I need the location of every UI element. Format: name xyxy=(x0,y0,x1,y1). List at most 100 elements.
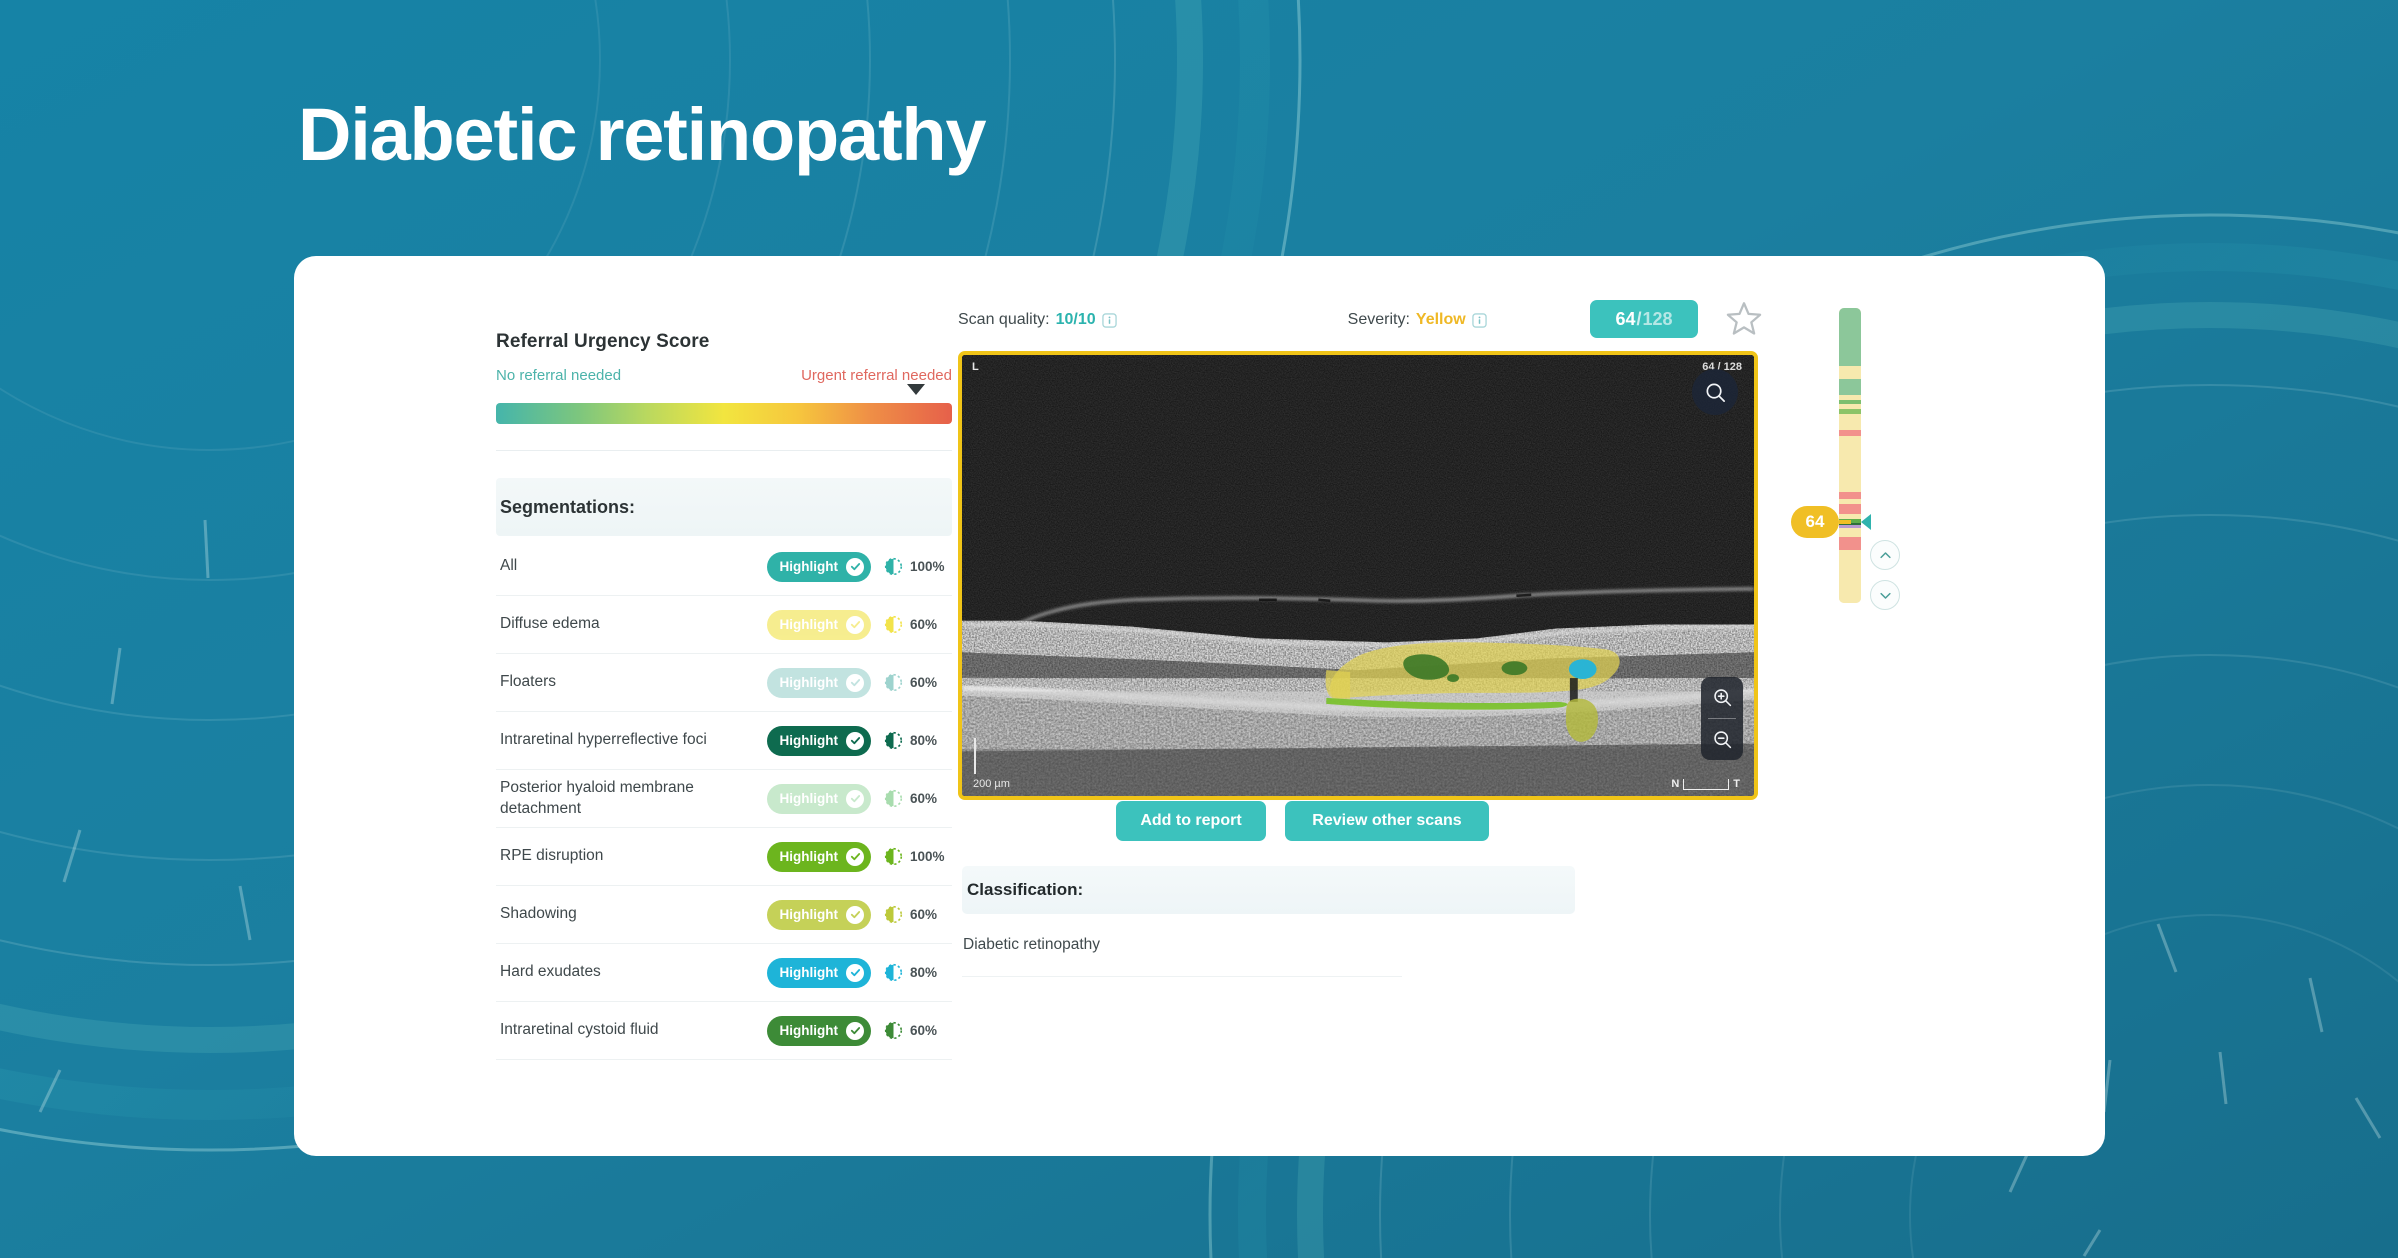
referral-urgency-title: Referral Urgency Score xyxy=(496,331,710,352)
segmentation-label: Intraretinal cystoid fluid xyxy=(500,1021,659,1039)
opacity-control[interactable]: 100% xyxy=(884,847,952,866)
segmentation-label: Posterior hyaloid membrane detachment xyxy=(500,779,694,817)
highlight-toggle-button[interactable]: Highlight xyxy=(766,1015,871,1046)
referral-urgency-score-card: Referral Urgency Score No referral neede… xyxy=(496,331,952,451)
opacity-control[interactable]: 60% xyxy=(884,789,952,808)
opacity-control[interactable]: 60% xyxy=(884,615,952,634)
opacity-half-circle-icon[interactable] xyxy=(884,963,903,982)
navigator-band xyxy=(1839,504,1861,515)
highlight-button-label: Highlight xyxy=(779,907,838,922)
search-icon[interactable] xyxy=(1692,369,1738,415)
check-icon xyxy=(846,789,864,808)
oct-scan-viewer[interactable]: L 64 / 128 200 µm N T xyxy=(958,351,1758,800)
urgency-high-label: Urgent referral needed xyxy=(801,367,952,384)
action-buttons: Add to report Review other scans xyxy=(1116,801,1489,841)
opacity-control[interactable]: 80% xyxy=(884,963,952,982)
opacity-control[interactable]: 100% xyxy=(884,557,952,576)
slice-prev-button[interactable] xyxy=(1870,540,1900,570)
highlight-button-label: Highlight xyxy=(779,559,838,574)
opacity-half-circle-icon[interactable] xyxy=(884,1021,903,1040)
opacity-control[interactable]: 60% xyxy=(884,673,952,692)
highlight-button-label: Highlight xyxy=(779,617,838,632)
highlight-toggle-button[interactable]: Highlight xyxy=(766,609,871,640)
opacity-half-circle-icon[interactable] xyxy=(884,847,903,866)
slice-separator: / xyxy=(1636,308,1642,329)
opacity-half-circle-icon[interactable] xyxy=(884,789,903,808)
oct-scan-frame: L 64 / 128 200 µm N T xyxy=(958,351,1758,800)
segmentation-controls: Highlight 80% xyxy=(766,957,952,988)
navigator-band xyxy=(1839,365,1861,379)
segmentation-controls: Highlight 80% xyxy=(766,725,952,756)
highlight-toggle-button[interactable]: Highlight xyxy=(766,957,871,988)
highlight-button-label: Highlight xyxy=(779,791,838,806)
highlight-button-label: Highlight xyxy=(779,675,838,690)
classification-header: Classification: xyxy=(962,866,1575,914)
opacity-value: 60% xyxy=(910,675,938,690)
urgency-scale-labels: No referral needed Urgent referral neede… xyxy=(496,367,952,384)
slice-navigator-pill[interactable]: 64 xyxy=(1791,506,1839,539)
segmentation-label: Diffuse edema xyxy=(500,615,600,633)
segmentation-label: Floaters xyxy=(500,673,556,691)
opacity-value: 60% xyxy=(910,1023,938,1038)
highlight-toggle-button[interactable]: Highlight xyxy=(766,725,871,756)
segmentation-controls: Highlight 60% xyxy=(766,667,952,698)
review-other-scans-button[interactable]: Review other scans xyxy=(1285,801,1489,841)
opacity-control[interactable]: 80% xyxy=(884,731,952,750)
scan-quality-value: 10/10 xyxy=(1055,311,1096,328)
highlight-toggle-button[interactable]: Highlight xyxy=(766,783,871,814)
zoom-in-icon[interactable] xyxy=(1701,677,1743,718)
compass-temporal-label: T xyxy=(1733,778,1740,790)
opacity-half-circle-icon[interactable] xyxy=(884,905,903,924)
highlight-toggle-button[interactable]: Highlight xyxy=(766,667,871,698)
segmentation-row: All Highlight 100% xyxy=(496,538,952,596)
check-icon xyxy=(846,557,864,576)
app-card: Referral Urgency Score No referral neede… xyxy=(294,256,2105,1156)
navigator-band xyxy=(1839,435,1861,492)
orientation-compass: N T xyxy=(1671,778,1740,790)
segmentation-row: Shadowing Highlight 60% xyxy=(496,886,952,944)
urgency-low-label: No referral needed xyxy=(496,367,622,384)
scan-quality-info-icon[interactable] xyxy=(1101,312,1117,328)
check-icon xyxy=(846,1021,864,1040)
slice-navigator-strip[interactable] xyxy=(1839,308,1861,603)
opacity-value: 80% xyxy=(910,733,938,748)
opacity-half-circle-icon[interactable] xyxy=(884,731,903,750)
severity-info-icon[interactable] xyxy=(1471,312,1487,328)
favorite-star-icon[interactable] xyxy=(1723,298,1765,345)
zoom-out-icon[interactable] xyxy=(1701,719,1743,760)
slice-navigator-pill-tail xyxy=(1839,520,1851,525)
scan-quality-label: Scan quality: xyxy=(958,311,1050,328)
check-icon xyxy=(846,847,864,866)
segmentation-row: Posterior hyaloid membrane detachment Hig… xyxy=(496,770,952,828)
slice-counter-badge[interactable]: 64 / 128 xyxy=(1590,300,1698,338)
segmentation-row: RPE disruption Highlight 100% xyxy=(496,828,952,886)
classification-divider xyxy=(962,976,1402,977)
segmentation-controls: Highlight 60% xyxy=(766,609,952,640)
opacity-half-circle-icon[interactable] xyxy=(884,615,903,634)
opacity-half-circle-icon[interactable] xyxy=(884,673,903,692)
check-icon xyxy=(846,615,864,634)
opacity-control[interactable]: 60% xyxy=(884,1021,952,1040)
urgency-gauge[interactable] xyxy=(496,384,952,424)
highlight-toggle-button[interactable]: Highlight xyxy=(766,551,871,582)
highlight-toggle-button[interactable]: Highlight xyxy=(766,899,871,930)
page-title: Diabetic retinopathy xyxy=(298,93,987,176)
slice-next-button[interactable] xyxy=(1870,580,1900,610)
segmentation-controls: Highlight 60% xyxy=(766,783,952,814)
opacity-half-circle-icon[interactable] xyxy=(884,557,903,576)
check-icon xyxy=(846,963,864,982)
compass-bar-icon xyxy=(1683,778,1730,790)
urgency-gradient-track[interactable] xyxy=(496,403,952,424)
highlight-button-label: Highlight xyxy=(779,733,838,748)
highlight-toggle-button[interactable]: Highlight xyxy=(766,841,871,872)
severity-value: Yellow xyxy=(1415,311,1466,328)
segmentation-label: RPE disruption xyxy=(500,847,604,865)
add-to-report-button[interactable]: Add to report xyxy=(1116,801,1266,841)
classification-value: Diabetic retinopathy xyxy=(963,936,1100,953)
opacity-value: 60% xyxy=(910,907,938,922)
segmentation-controls: Highlight 100% xyxy=(766,841,952,872)
opacity-control[interactable]: 60% xyxy=(884,905,952,924)
segmentation-controls: Highlight 60% xyxy=(766,899,952,930)
oct-b-scan-image[interactable] xyxy=(962,355,1754,796)
check-icon xyxy=(846,731,864,750)
